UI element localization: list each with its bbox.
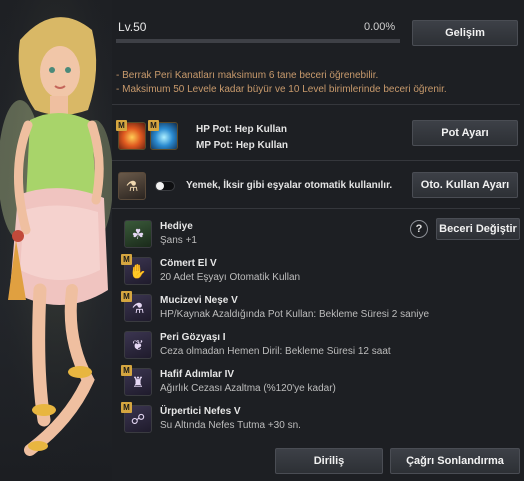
fairy-portrait <box>0 0 112 481</box>
end-summon-button[interactable]: Çağrı Sonlandırma <box>390 448 520 474</box>
skill-name: Hediye <box>160 221 193 232</box>
skill-name: Mucizevi Neşe V <box>160 295 238 306</box>
badge-icon: M <box>148 120 159 131</box>
fairy-illustration <box>0 0 112 481</box>
change-skill-button[interactable]: Beceri Değiştir <box>436 218 520 240</box>
toggle-knob <box>156 182 164 190</box>
divider <box>112 208 520 209</box>
info-note-2: - Maksimum 50 Levele kadar büyür ve 10 L… <box>116 84 447 95</box>
info-note-1: - Berrak Peri Kanatları maksimum 6 tane … <box>116 70 379 81</box>
auto-use-settings-button[interactable]: Oto. Kullan Ayarı <box>412 172 518 198</box>
divider <box>112 160 520 161</box>
hp-potion-icon: M <box>116 120 146 150</box>
skill-description: 20 Adet Eşyayı Otomatik Kullan <box>160 272 301 283</box>
skill-description: HP/Kaynak Azaldığında Pot Kullan: Beklem… <box>160 309 430 320</box>
hp-potion-label: HP Pot: Hep Kullan <box>196 124 287 135</box>
revive-button[interactable]: Diriliş <box>275 448 383 474</box>
skill-description: Şans +1 <box>160 235 197 246</box>
pot-settings-button[interactable]: Pot Ayarı <box>412 120 518 146</box>
skill-name: Cömert El V <box>160 258 217 269</box>
potion-flask-icon: ⚗ <box>118 172 146 200</box>
fairy-info-panel: Lv.50 0.00% Gelişim - Berrak Peri Kanatl… <box>112 0 524 481</box>
level-label: Lv.50 <box>118 20 147 34</box>
badge-icon: M <box>121 402 132 413</box>
skill-name: Peri Gözyaşı I <box>160 332 226 343</box>
skill-description: Ağırlık Cezası Azaltma (%120'ye kadar) <box>160 383 336 394</box>
auto-use-toggle[interactable] <box>155 181 175 191</box>
skill-description: Su Altında Nefes Tutma +30 sn. <box>160 420 301 431</box>
mp-potion-label: MP Pot: Hep Kullan <box>196 140 289 151</box>
clover-icon: ☘ <box>124 220 152 248</box>
help-icon[interactable]: ? <box>410 220 428 238</box>
level-percent: 0.00% <box>364 21 396 33</box>
growth-button[interactable]: Gelişim <box>412 20 518 46</box>
skill-description: Ceza olmadan Hemen Diril: Bekleme Süresi… <box>160 346 391 357</box>
mp-potion-icon: M <box>148 120 178 150</box>
badge-icon: M <box>121 365 132 376</box>
tear-sprout-icon: ❦ <box>124 331 152 359</box>
divider <box>112 104 520 105</box>
badge-icon: M <box>121 254 132 265</box>
badge-icon: M <box>116 120 127 131</box>
skill-name: Ürpertici Nefes V <box>160 406 241 417</box>
level-progress-bar <box>116 39 400 43</box>
badge-icon: M <box>121 291 132 302</box>
auto-use-label: Yemek, İksir gibi eşyalar otomatik kulla… <box>186 180 393 191</box>
skill-name: Hafif Adımlar IV <box>160 369 235 380</box>
